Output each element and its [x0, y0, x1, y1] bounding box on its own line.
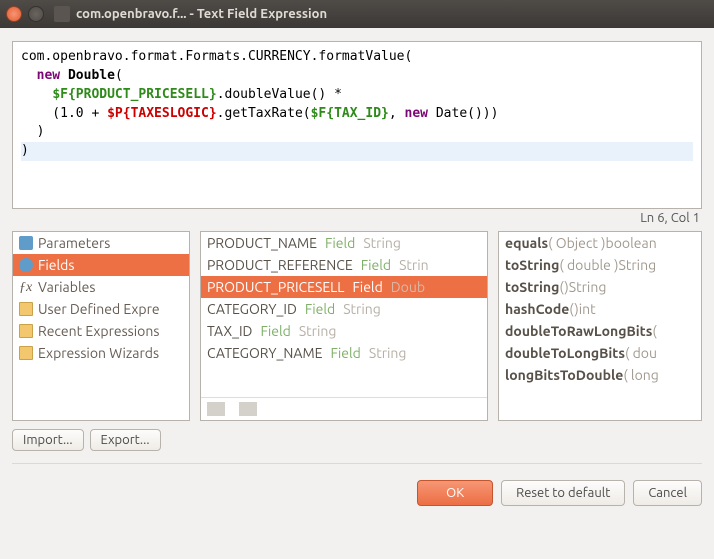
variables-icon: ƒx — [19, 280, 33, 294]
import-button[interactable]: Import... — [12, 429, 84, 451]
category-fields[interactable]: Fields — [13, 254, 189, 276]
field-row[interactable]: CATEGORY_IDFieldString — [201, 298, 487, 320]
tool-icon[interactable] — [207, 402, 225, 416]
folder-icon — [19, 324, 33, 338]
category-variables[interactable]: ƒxVariables — [13, 276, 189, 298]
method-row[interactable]: toString() String — [499, 276, 701, 298]
editor-status: Ln 6, Col 1 — [12, 209, 702, 231]
methods-panel: equals( Object ) boolean toString( doubl… — [498, 231, 702, 421]
category-wizards[interactable]: Expression Wizards — [13, 342, 189, 364]
minimize-icon[interactable] — [28, 6, 44, 22]
close-icon[interactable] — [6, 6, 22, 22]
method-row[interactable]: hashCode() int — [499, 298, 701, 320]
field-row[interactable]: PRODUCT_PRICESELLFieldDoub — [201, 276, 487, 298]
category-panel: Parameters Fields ƒxVariables User Defin… — [12, 231, 190, 421]
field-row[interactable]: PRODUCT_REFERENCEFieldStrin — [201, 254, 487, 276]
category-userdef[interactable]: User Defined Expre — [13, 298, 189, 320]
fields-list: PRODUCT_NAMEFieldString PRODUCT_REFERENC… — [201, 232, 487, 397]
field-row[interactable]: CATEGORY_NAMEFieldString — [201, 342, 487, 364]
parameters-icon — [19, 236, 33, 250]
tool-icon[interactable] — [239, 402, 257, 416]
fields-icon — [19, 258, 33, 272]
titlebar: com.openbravo.f... - Text Field Expressi… — [0, 0, 714, 28]
folder-icon — [19, 346, 33, 360]
field-row[interactable]: PRODUCT_NAMEFieldString — [201, 232, 487, 254]
fields-toolbar — [201, 397, 487, 420]
export-button[interactable]: Export... — [90, 429, 161, 451]
method-row[interactable]: equals( Object ) boolean — [499, 232, 701, 254]
cancel-button[interactable]: Cancel — [633, 480, 702, 506]
method-row[interactable]: longBitsToDouble( long — [499, 364, 701, 386]
method-row[interactable]: doubleToRawLongBits( — [499, 320, 701, 342]
fields-panel: PRODUCT_NAMEFieldString PRODUCT_REFERENC… — [200, 231, 488, 421]
reset-button[interactable]: Reset to default — [501, 480, 625, 506]
app-icon — [54, 6, 70, 22]
ok-button[interactable]: OK — [417, 480, 493, 506]
folder-icon — [19, 302, 33, 316]
expression-editor[interactable]: com.openbravo.format.Formats.CURRENCY.fo… — [12, 41, 702, 209]
category-parameters[interactable]: Parameters — [13, 232, 189, 254]
field-row[interactable]: TAX_IDFieldString — [201, 320, 487, 342]
method-row[interactable]: doubleToLongBits( dou — [499, 342, 701, 364]
category-recent[interactable]: Recent Expressions — [13, 320, 189, 342]
method-row[interactable]: toString( double ) String — [499, 254, 701, 276]
window-title: com.openbravo.f... - Text Field Expressi… — [76, 7, 327, 21]
methods-list: equals( Object ) boolean toString( doubl… — [499, 232, 701, 420]
